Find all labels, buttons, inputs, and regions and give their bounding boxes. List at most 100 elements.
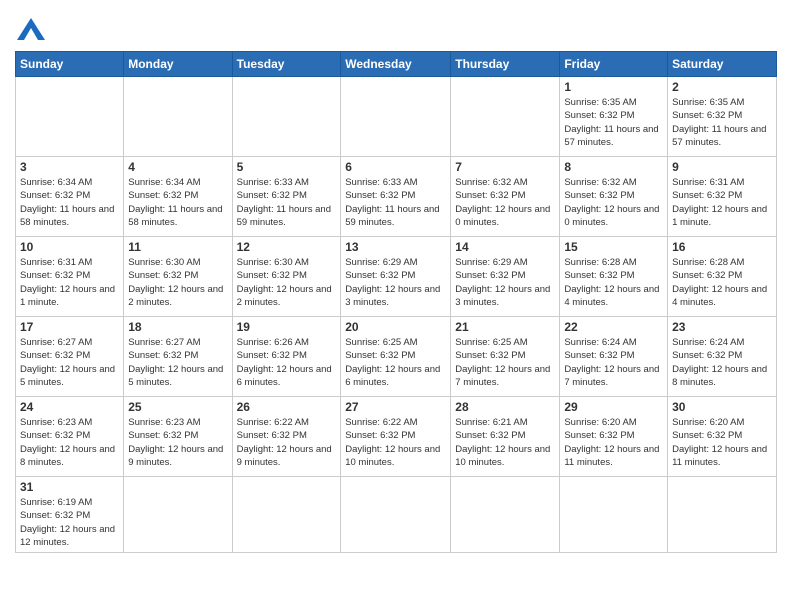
calendar-day-cell: 11Sunrise: 6:30 AM Sunset: 6:32 PM Dayli… [124, 237, 232, 317]
calendar-day-cell: 18 Sunrise: 6:27 AM Sunset: 6:32 PM Dayli… [124, 317, 232, 397]
calendar-day-cell [341, 477, 451, 553]
calendar-day-cell: 23Sunrise: 6:24 AM Sunset: 6:32 PM Dayli… [668, 317, 777, 397]
day-number: 14 [455, 240, 555, 254]
day-number: 20 [345, 320, 446, 334]
day-info: Sunrise: 6:29 AM Sunset: 6:32 PM Dayligh… [455, 256, 555, 309]
day-info: Sunrise: 6:27 AM Sunset: 6:32 PM Dayligh… [128, 336, 227, 389]
day-number: 22 [564, 320, 663, 334]
calendar-day-cell: 27 Sunrise: 6:22 AM Sunset: 6:32 PM Dayli… [341, 397, 451, 477]
calendar-day-cell [560, 477, 668, 553]
day-number: 16 [672, 240, 772, 254]
day-info: Sunrise: 6:19 AM Sunset: 6:32 PM Dayligh… [20, 496, 119, 549]
day-info: Sunrise: 6:22 AM Sunset: 6:32 PM Dayligh… [237, 416, 337, 469]
calendar-day-cell: 4 Sunrise: 6:34 AM Sunset: 6:32 PM Daylig… [124, 157, 232, 237]
day-info: Sunrise: 6:35 AM Sunset: 6:32 PM Dayligh… [564, 96, 663, 149]
calendar-day-cell: 3Sunrise: 6:34 AM Sunset: 6:32 PM Daylig… [16, 157, 124, 237]
calendar-day-cell: 8Sunrise: 6:32 AM Sunset: 6:32 PM Daylig… [560, 157, 668, 237]
day-number: 28 [455, 400, 555, 414]
calendar-day-cell [451, 477, 560, 553]
day-number: 11 [128, 240, 227, 254]
day-of-week-header: Wednesday [341, 52, 451, 77]
day-info: Sunrise: 6:24 AM Sunset: 6:32 PM Dayligh… [564, 336, 663, 389]
day-info: Sunrise: 6:23 AM Sunset: 6:32 PM Dayligh… [20, 416, 119, 469]
day-number: 19 [237, 320, 337, 334]
day-info: Sunrise: 6:34 AM Sunset: 6:32 PM Dayligh… [20, 176, 119, 229]
day-number: 29 [564, 400, 663, 414]
calendar-day-cell: 7 Sunrise: 6:32 AM Sunset: 6:32 PM Daylig… [451, 157, 560, 237]
day-info: Sunrise: 6:21 AM Sunset: 6:32 PM Dayligh… [455, 416, 555, 469]
day-info: Sunrise: 6:31 AM Sunset: 6:32 PM Dayligh… [672, 176, 772, 229]
calendar-day-cell [124, 477, 232, 553]
calendar-day-cell: 28 Sunrise: 6:21 AM Sunset: 6:32 PM Dayli… [451, 397, 560, 477]
day-of-week-header: Tuesday [232, 52, 341, 77]
calendar-week-row: 10Sunrise: 6:31 AM Sunset: 6:32 PM Dayli… [16, 237, 777, 317]
day-info: Sunrise: 6:32 AM Sunset: 6:32 PM Dayligh… [455, 176, 555, 229]
day-number: 18 [128, 320, 227, 334]
day-info: Sunrise: 6:22 AM Sunset: 6:32 PM Dayligh… [345, 416, 446, 469]
day-of-week-header: Thursday [451, 52, 560, 77]
calendar-day-cell [232, 477, 341, 553]
calendar-day-cell [341, 77, 451, 157]
day-number: 17 [20, 320, 119, 334]
calendar-day-cell: 26Sunrise: 6:22 AM Sunset: 6:32 PM Dayli… [232, 397, 341, 477]
day-info: Sunrise: 6:20 AM Sunset: 6:32 PM Dayligh… [672, 416, 772, 469]
day-number: 7 [455, 160, 555, 174]
day-info: Sunrise: 6:24 AM Sunset: 6:32 PM Dayligh… [672, 336, 772, 389]
logo [15, 18, 45, 45]
day-info: Sunrise: 6:29 AM Sunset: 6:32 PM Dayligh… [345, 256, 446, 309]
header [15, 10, 777, 45]
calendar-table: SundayMondayTuesdayWednesdayThursdayFrid… [15, 51, 777, 553]
day-info: Sunrise: 6:32 AM Sunset: 6:32 PM Dayligh… [564, 176, 663, 229]
day-number: 9 [672, 160, 772, 174]
calendar-week-row: 31 Sunrise: 6:19 AM Sunset: 6:32 PM Dayli… [16, 477, 777, 553]
calendar-day-cell [124, 77, 232, 157]
day-number: 6 [345, 160, 446, 174]
calendar-day-cell: 31 Sunrise: 6:19 AM Sunset: 6:32 PM Dayli… [16, 477, 124, 553]
day-info: Sunrise: 6:34 AM Sunset: 6:32 PM Dayligh… [128, 176, 227, 229]
day-info: Sunrise: 6:27 AM Sunset: 6:32 PM Dayligh… [20, 336, 119, 389]
calendar-week-row: 3Sunrise: 6:34 AM Sunset: 6:32 PM Daylig… [16, 157, 777, 237]
calendar-week-row: 1 Sunrise: 6:35 AM Sunset: 6:32 PM Daylig… [16, 77, 777, 157]
calendar-day-cell: 5Sunrise: 6:33 AM Sunset: 6:32 PM Daylig… [232, 157, 341, 237]
logo-text [15, 18, 45, 45]
calendar-day-cell: 1 Sunrise: 6:35 AM Sunset: 6:32 PM Daylig… [560, 77, 668, 157]
day-number: 30 [672, 400, 772, 414]
calendar-day-cell: 9 Sunrise: 6:31 AM Sunset: 6:32 PM Daylig… [668, 157, 777, 237]
calendar-day-cell [232, 77, 341, 157]
day-info: Sunrise: 6:30 AM Sunset: 6:32 PM Dayligh… [237, 256, 337, 309]
day-number: 12 [237, 240, 337, 254]
calendar-day-cell: 16Sunrise: 6:28 AM Sunset: 6:32 PM Dayli… [668, 237, 777, 317]
day-number: 25 [128, 400, 227, 414]
calendar-day-cell: 12 Sunrise: 6:30 AM Sunset: 6:32 PM Dayli… [232, 237, 341, 317]
calendar-week-row: 17 Sunrise: 6:27 AM Sunset: 6:32 PM Dayli… [16, 317, 777, 397]
day-number: 27 [345, 400, 446, 414]
day-info: Sunrise: 6:25 AM Sunset: 6:32 PM Dayligh… [455, 336, 555, 389]
calendar-day-cell: 24 Sunrise: 6:23 AM Sunset: 6:32 PM Dayli… [16, 397, 124, 477]
calendar-day-cell: 25Sunrise: 6:23 AM Sunset: 6:32 PM Dayli… [124, 397, 232, 477]
logo-icon [17, 18, 45, 40]
day-of-week-header: Friday [560, 52, 668, 77]
day-number: 5 [237, 160, 337, 174]
calendar-day-cell: 14 Sunrise: 6:29 AM Sunset: 6:32 PM Dayli… [451, 237, 560, 317]
day-number: 4 [128, 160, 227, 174]
calendar-day-cell: 20 Sunrise: 6:25 AM Sunset: 6:32 PM Dayli… [341, 317, 451, 397]
calendar-day-cell: 30 Sunrise: 6:20 AM Sunset: 6:32 PM Dayli… [668, 397, 777, 477]
day-number: 21 [455, 320, 555, 334]
calendar-day-cell: 29 Sunrise: 6:20 AM Sunset: 6:32 PM Dayli… [560, 397, 668, 477]
calendar-day-cell: 2Sunrise: 6:35 AM Sunset: 6:32 PM Daylig… [668, 77, 777, 157]
day-info: Sunrise: 6:26 AM Sunset: 6:32 PM Dayligh… [237, 336, 337, 389]
calendar-header-row: SundayMondayTuesdayWednesdayThursdayFrid… [16, 52, 777, 77]
calendar-week-row: 24 Sunrise: 6:23 AM Sunset: 6:32 PM Dayli… [16, 397, 777, 477]
calendar-day-cell: 21 Sunrise: 6:25 AM Sunset: 6:32 PM Dayli… [451, 317, 560, 397]
calendar-day-cell: 17 Sunrise: 6:27 AM Sunset: 6:32 PM Dayli… [16, 317, 124, 397]
day-number: 15 [564, 240, 663, 254]
day-number: 24 [20, 400, 119, 414]
calendar-day-cell [16, 77, 124, 157]
day-of-week-header: Monday [124, 52, 232, 77]
day-info: Sunrise: 6:25 AM Sunset: 6:32 PM Dayligh… [345, 336, 446, 389]
day-number: 31 [20, 480, 119, 494]
day-info: Sunrise: 6:20 AM Sunset: 6:32 PM Dayligh… [564, 416, 663, 469]
day-info: Sunrise: 6:35 AM Sunset: 6:32 PM Dayligh… [672, 96, 772, 149]
calendar-day-cell: 6Sunrise: 6:33 AM Sunset: 6:32 PM Daylig… [341, 157, 451, 237]
day-number: 1 [564, 80, 663, 94]
